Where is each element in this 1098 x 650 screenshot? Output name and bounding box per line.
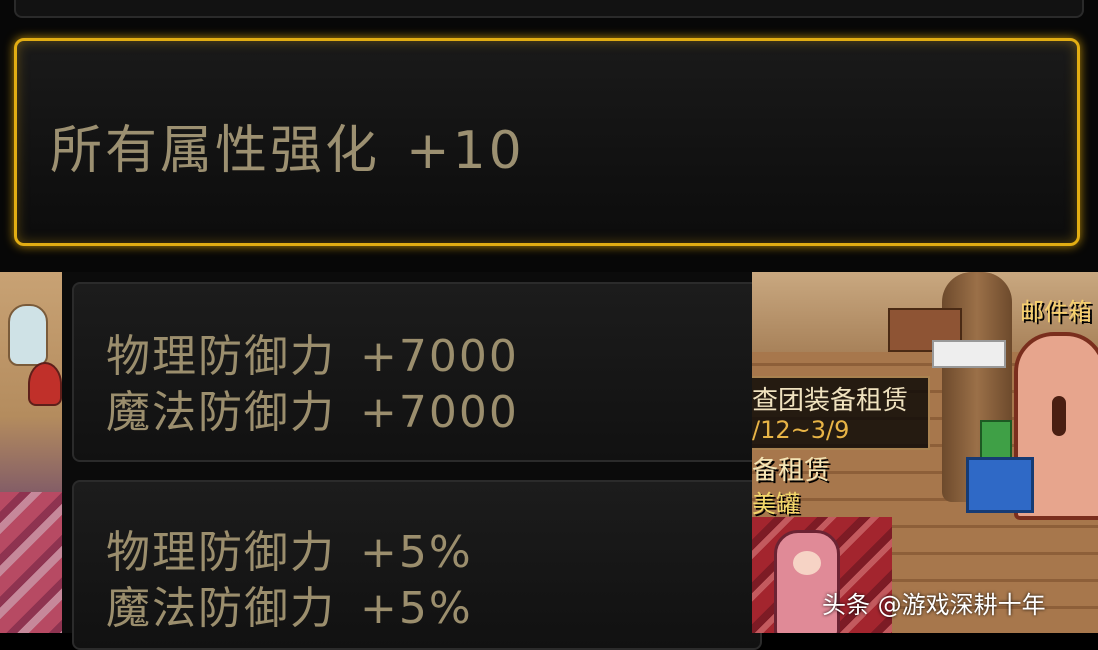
left-game-scene (0, 272, 62, 633)
stat-line: 魔法防御力 +7000 (106, 376, 519, 440)
mailbox-slot (1052, 396, 1066, 436)
stat-value: +5% (360, 527, 473, 578)
stat-box-percent-defense: 物理防御力 +5% 魔法防御力 +5% (72, 480, 762, 650)
stat-name: 魔法防御力 (106, 583, 336, 634)
tooltip-date: /12~3/9 (752, 416, 850, 444)
npc-name-label: 备租赁 (752, 456, 831, 486)
stat-value: +5% (360, 583, 473, 634)
highlight-stat-line: 所有属性强化 +10 (50, 108, 551, 183)
vase-icon (8, 304, 48, 366)
right-game-scene: 查团装备租赁 /12~3/9 备租赁 美罐 邮件箱 (752, 272, 1098, 633)
highlight-stat-name: 所有属性强化 (50, 121, 381, 181)
stat-line: 魔法防御力 +5% (106, 572, 473, 636)
stat-name: 魔法防御力 (106, 387, 336, 438)
paper-stack-icon (932, 340, 1006, 368)
highlight-stat-value: +10 (406, 121, 525, 181)
blue-package-icon (966, 457, 1034, 513)
stat-line: 物理防御力 +7000 (106, 320, 519, 384)
stat-name: 物理防御力 (106, 527, 336, 578)
stat-value: +7000 (360, 387, 519, 438)
watermark: 头条 @游戏深耕十年 (822, 591, 1046, 619)
npc-subtitle: 美罐 (752, 490, 800, 518)
stat-name: 物理防御力 (106, 331, 336, 382)
stat-value: +7000 (360, 331, 519, 382)
previous-stat-panel (14, 0, 1084, 18)
npc-face (793, 551, 821, 575)
stat-line: 物理防御力 +5% (106, 516, 473, 580)
mailbox-label: 邮件箱 (1020, 298, 1092, 326)
tooltip-title: 查团装备租赁 (752, 386, 909, 416)
stat-box-flat-defense: 物理防御力 +7000 魔法防御力 +7000 (72, 282, 762, 462)
potion-bottle-icon (28, 362, 62, 406)
rug (0, 492, 62, 633)
